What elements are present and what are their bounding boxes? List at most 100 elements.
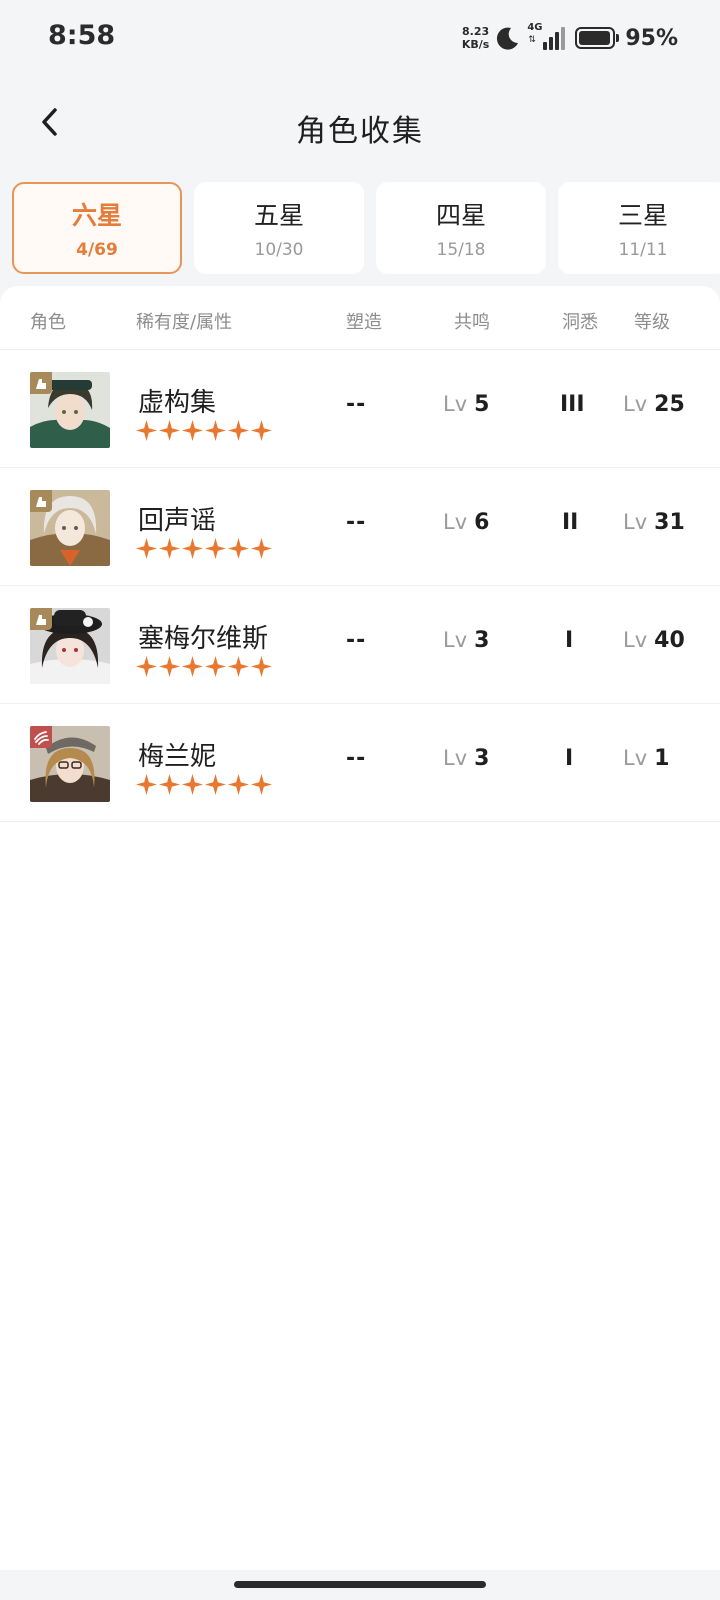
insight-value: II [562,510,579,535]
character-name: 塞梅尔维斯 [138,624,269,654]
star-icon [136,774,157,795]
column-header-shaping: 塑造 [346,312,382,333]
moon-icon [497,27,519,50]
table-row[interactable]: 梅兰妮 -- Lv 3 I Lv 1 [0,704,720,822]
star-icon [228,538,249,559]
resonance-value: 3 [474,628,490,653]
tab-count: 15/18 [436,240,486,260]
shaping-value: -- [346,628,367,653]
star-rating [136,656,272,677]
home-indicator[interactable] [234,1581,486,1588]
star-icon [159,656,180,677]
tower-icon [36,379,46,389]
tab-four-star[interactable]: 四星 15/18 [376,182,546,274]
status-bar: 8:58 8.23 KB/s 4G ⇅ 95% [0,0,720,80]
star-icon [251,774,272,795]
resonance-cell: Lv 3 [443,628,490,653]
star-icon [228,420,249,441]
status-icons: 8.23 KB/s 4G ⇅ 95% [462,22,678,54]
star-icon [182,538,203,559]
table-row[interactable]: 回声谣 -- Lv 6 II Lv 31 [0,468,720,586]
star-icon [159,538,180,559]
claw-icon [34,731,49,745]
star-icon [205,656,226,677]
star-icon [136,656,157,677]
tower-icon [36,615,46,625]
tab-label: 三星 [617,201,668,230]
column-header-character: 角色 [30,312,66,333]
tab-count: 4/69 [76,240,118,260]
signal-icon: 4G ⇅ [527,22,566,52]
attribute-badge [30,372,52,394]
star-icon [182,420,203,441]
status-time: 8:58 [48,20,116,51]
header: 角色收集 [0,80,720,170]
table-row[interactable]: 虚构集 -- Lv 5 III Lv 25 [0,350,720,468]
star-icon [159,774,180,795]
star-icon [205,774,226,795]
character-avatar [30,726,110,802]
resonance-value: 5 [474,392,490,417]
insight-value: III [560,392,585,417]
tab-label: 六星 [71,201,122,230]
battery-icon [575,27,620,49]
tab-six-star[interactable]: 六星 4/69 [12,182,182,274]
insight-value: I [565,628,574,653]
column-header-insight: 洞悉 [562,312,598,333]
star-icon [136,420,157,441]
tab-label: 五星 [253,201,304,230]
star-rating [136,420,272,441]
level-cell: Lv 25 [623,392,685,417]
star-icon [182,656,203,677]
column-header-level: 等级 [634,312,670,333]
page-title: 角色收集 [296,114,424,149]
star-icon [251,656,272,677]
table-header: 角色 稀有度/属性 塑造 共鸣 洞悉 等级 [0,286,720,350]
star-icon [228,774,249,795]
tower-icon [36,497,46,507]
star-rating [136,538,272,559]
star-icon [205,420,226,441]
star-icon [205,538,226,559]
level-value: 40 [654,628,685,653]
column-header-rarity: 稀有度/属性 [136,312,233,333]
insight-value: I [565,746,574,771]
star-icon [228,656,249,677]
battery-percent: 95% [625,25,678,51]
table-row[interactable]: 塞梅尔维斯 -- Lv 3 I Lv 40 [0,586,720,704]
star-icon [251,538,272,559]
attribute-badge [30,608,52,630]
tab-count: 10/30 [254,240,304,260]
star-icon [251,420,272,441]
character-name: 虚构集 [138,388,217,418]
star-icon [136,538,157,559]
character-name: 梅兰妮 [138,742,217,772]
resonance-value: 3 [474,746,490,771]
shaping-value: -- [346,510,367,535]
rarity-tabs: 六星 4/69 五星 10/30 四星 15/18 三星 11/11 [12,182,720,274]
resonance-cell: Lv 3 [443,746,490,771]
resonance-value: 6 [474,510,490,535]
level-value: 25 [654,392,685,417]
star-rating [136,774,272,795]
net-speed-unit: KB/s [461,38,490,51]
character-avatar [30,372,110,448]
net-speed-value: 8.23 [462,25,490,38]
level-cell: Lv 1 [623,746,670,771]
data-arrows-icon: ⇅ [528,35,536,45]
net-speed: 8.23 KB/s [462,25,489,51]
tab-five-star[interactable]: 五星 10/30 [194,182,364,274]
star-icon [182,774,203,795]
character-table: 角色 稀有度/属性 塑造 共鸣 洞悉 等级 虚构集 -- Lv 5 III Lv… [0,286,720,1570]
level-value: 31 [654,510,685,535]
attribute-badge [30,490,52,512]
shaping-value: -- [346,746,367,771]
network-type: 4G [527,22,543,33]
tab-three-star[interactable]: 三星 11/11 [558,182,720,274]
level-value: 1 [654,746,670,771]
level-cell: Lv 31 [623,510,685,535]
resonance-cell: Lv 6 [443,510,490,535]
character-avatar [30,608,110,684]
shaping-value: -- [346,392,367,417]
attribute-badge [30,726,52,748]
